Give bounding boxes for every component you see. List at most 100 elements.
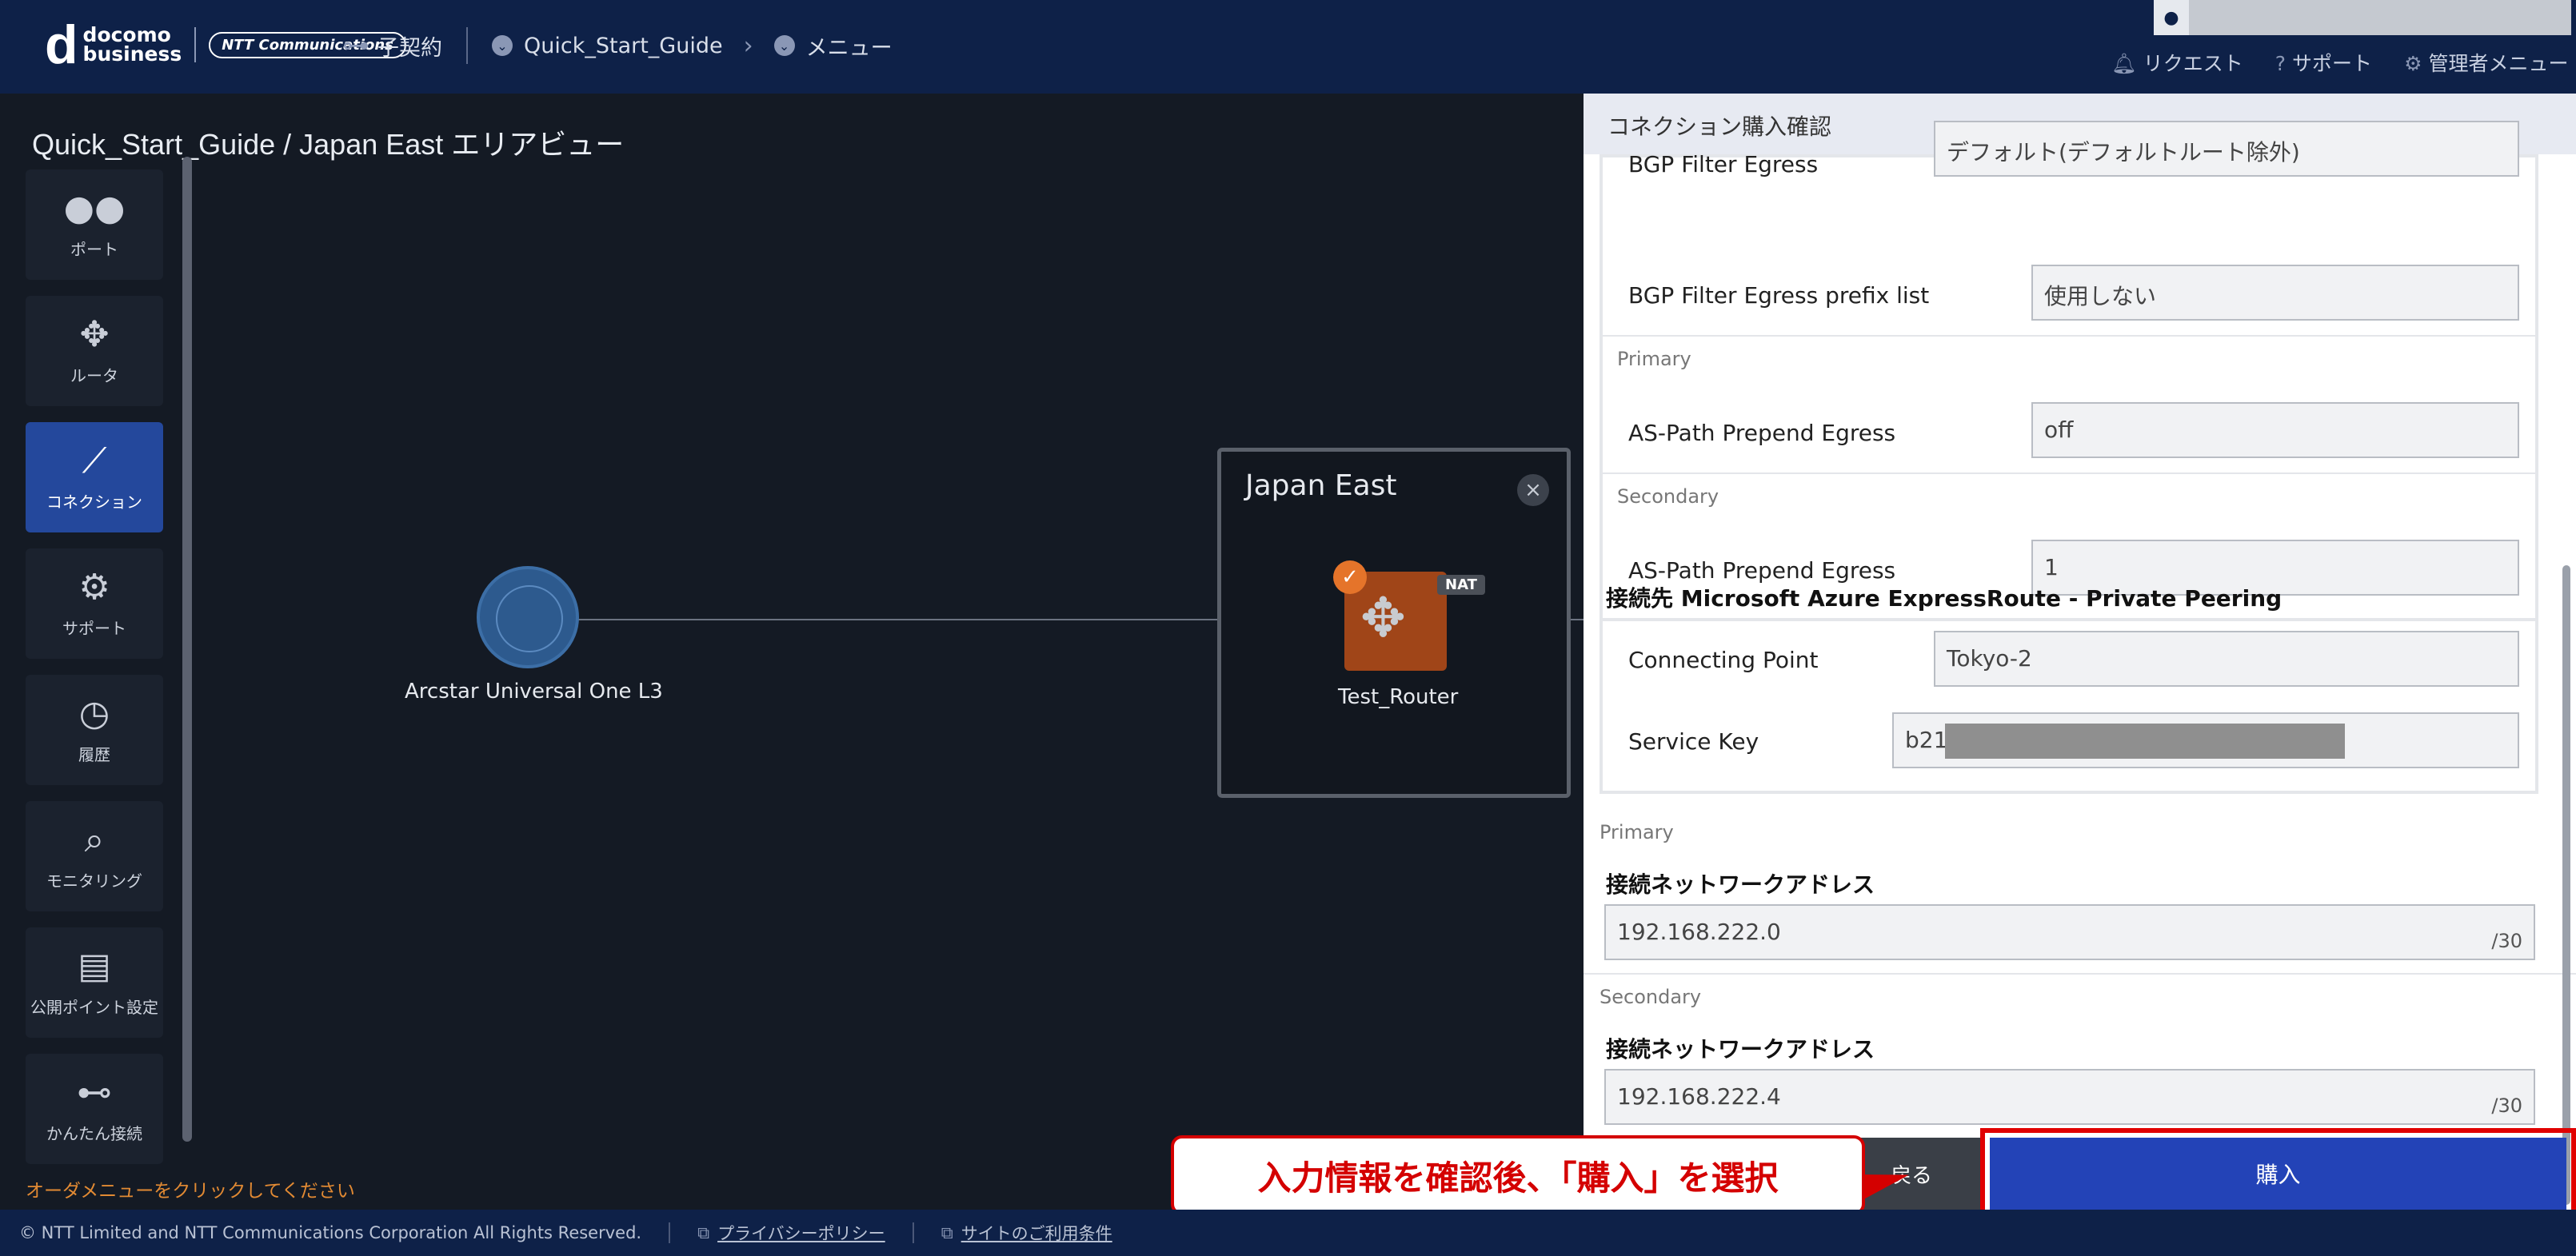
destination-group: Connecting Point Tokyo-2 Service Key b21: [1600, 618, 2538, 794]
bgp-prefix-field[interactable]: 使用しない: [2031, 265, 2519, 321]
privacy-link[interactable]: プライバシーポリシー: [717, 1221, 885, 1245]
network-globe-icon[interactable]: [477, 566, 579, 668]
service-key-value: b21: [1905, 727, 1948, 753]
bgp-egress-field[interactable]: デフォルト(デフォルトルート除外): [1934, 121, 2519, 177]
sidebar-item-publish-point[interactable]: ▤ 公開ポイント設定: [26, 927, 163, 1038]
chevron-down-icon: ⌄: [492, 35, 513, 56]
divider: [1603, 472, 2535, 474]
chevron-right-icon: ›: [743, 31, 753, 60]
history-icon: ◷: [78, 692, 110, 734]
primary-label: Primary: [1600, 821, 1674, 843]
sidebar-item-label: モニタリング: [46, 871, 142, 891]
secondary-label: Secondary: [1617, 485, 1719, 508]
sidebar: ●● ポート ✥ ルータ ⟋ コネクション ⚙ サポート ◷ 履歴 ⌕ モニタリ…: [26, 169, 163, 1180]
sidebar-item-port[interactable]: ●● ポート: [26, 169, 163, 280]
sidebar-item-router[interactable]: ✥ ルータ: [26, 296, 163, 406]
masked-region: [1945, 724, 2345, 759]
logo-words: docomo business: [82, 25, 182, 66]
copyright: © NTT Limited and NTT Communications Cor…: [19, 1223, 642, 1242]
external-link-icon: ⧉: [697, 1222, 710, 1242]
bell-icon: 🔔︎: [2111, 52, 2137, 75]
connection-icon: ⟋: [82, 440, 107, 481]
sidebar-item-label: ポート: [70, 239, 118, 259]
buy-button[interactable]: 購入: [1990, 1138, 2566, 1210]
request-label: リクエスト: [2143, 52, 2243, 75]
primary-net-addr-label: 接続ネットワークアドレス: [1606, 871, 1875, 898]
primary-net-addr-value: 192.168.222.0: [1617, 919, 1781, 945]
top-links: 🔔︎ リクエスト ? サポート ⚙ 管理者メニュー: [2111, 48, 2569, 77]
sidebar-item-label: コネクション: [46, 492, 142, 512]
as-path-primary-field[interactable]: off: [2031, 402, 2519, 458]
area-title: Japan East: [1245, 469, 1397, 502]
as-path-secondary-label: AS-Path Prepend Egress: [1628, 557, 1896, 584]
crumb-menu[interactable]: ⌄ メニュー: [773, 30, 893, 62]
secondary-net-addr-field[interactable]: 192.168.222.4 /30: [1604, 1069, 2535, 1125]
area-box-japan-east[interactable]: Japan East × ✓ ✥ NAT Test_Router: [1217, 448, 1571, 798]
router-icon: ✥: [79, 313, 110, 355]
crumb-guide-label: Quick_Start_Guide: [524, 33, 723, 58]
order-hint: オーダメニューをクリックしてください: [26, 1181, 355, 1202]
chevron-down-icon: ⌄: [773, 35, 795, 56]
sidebar-item-support[interactable]: ⚙ サポート: [26, 548, 163, 659]
divider: [1603, 335, 2535, 337]
sidebar-scrollbar[interactable]: [182, 157, 192, 1142]
bgp-egress-label: BGP Filter Egress: [1628, 151, 1819, 177]
sidebar-item-label: サポート: [62, 618, 126, 638]
terms-link[interactable]: サイトのご利用条件: [961, 1221, 1112, 1245]
easy-connect-icon: ⊷: [77, 1071, 112, 1113]
gear-icon: ⚙: [2404, 52, 2422, 75]
close-icon[interactable]: ×: [1517, 474, 1549, 506]
sidebar-item-label: かんたん接続: [46, 1123, 142, 1143]
as-path-primary-label: AS-Path Prepend Egress: [1628, 420, 1896, 446]
instruction-callout: 入力情報を確認後、「購入」を選択: [1171, 1135, 1865, 1215]
purchase-confirm-panel: コネクション購入確認 BGP Filter Egress デフォルト(デフォルト…: [1584, 94, 2576, 1210]
crumb-guide[interactable]: ⌄ Quick_Start_Guide: [492, 34, 723, 58]
breadcrumb-divider: [466, 27, 468, 64]
external-link-icon: ⧉: [941, 1222, 953, 1242]
footer-divider: [669, 1222, 671, 1243]
request-link[interactable]: 🔔︎ リクエスト: [2111, 48, 2243, 77]
service-key-field[interactable]: b21: [1892, 712, 2519, 768]
docomo-d-mark: d: [45, 14, 78, 75]
port-icon: ●●: [63, 187, 126, 229]
sidebar-item-label: 公開ポイント設定: [30, 997, 158, 1017]
router-label: Test_Router: [1338, 685, 1459, 709]
user-icon: ●: [2154, 0, 2189, 35]
logo-bottom: business: [82, 42, 182, 66]
admin-label: 管理者メニュー: [2428, 52, 2569, 75]
sidebar-item-easy-connect[interactable]: ⊷ かんたん接続: [26, 1054, 163, 1164]
panel-scrollbar[interactable]: [2562, 565, 2570, 1205]
admin-menu-link[interactable]: ⚙ 管理者メニュー: [2404, 48, 2568, 77]
sidebar-item-label: 履歴: [78, 744, 110, 764]
crumb-contract[interactable]: ⊶ 子契約: [342, 30, 442, 62]
router-icon: ✥: [1360, 587, 1406, 650]
bgp-settings-group: BGP Filter Egress デフォルト(デフォルトルート除外) BGP …: [1600, 121, 2538, 653]
monitoring-icon: ⌕: [84, 819, 105, 860]
connecting-point-label: Connecting Point: [1628, 647, 1819, 673]
support-link[interactable]: ? サポート: [2275, 48, 2372, 77]
support-icon: ⚙: [78, 566, 110, 608]
logo-divider: [194, 27, 197, 62]
nat-badge: NAT: [1437, 575, 1485, 595]
crumb-menu-label: メニュー: [805, 35, 893, 61]
sidebar-item-connection[interactable]: ⟋ コネクション: [26, 422, 163, 532]
user-account-box[interactable]: ●: [2154, 0, 2571, 35]
sidebar-item-monitoring[interactable]: ⌕ モニタリング: [26, 801, 163, 911]
help-icon: ?: [2274, 52, 2286, 75]
sidebar-item-history[interactable]: ◷ 履歴: [26, 675, 163, 785]
footer-divider: [912, 1222, 914, 1243]
prefix-unit: /30: [2491, 1095, 2522, 1117]
support-label: サポート: [2292, 52, 2373, 75]
publish-point-icon: ▤: [78, 945, 111, 987]
primary-net-addr-field[interactable]: 192.168.222.0 /30: [1604, 904, 2535, 960]
network-label: Arcstar Universal One L3: [405, 680, 663, 704]
service-key-label: Service Key: [1628, 728, 1759, 755]
connecting-point-field[interactable]: Tokyo-2: [1934, 631, 2519, 687]
breadcrumb: ⊶ 子契約 ⌄ Quick_Start_Guide › ⌄ メニュー: [342, 27, 893, 64]
secondary-net-addr-value: 192.168.222.4: [1617, 1083, 1781, 1110]
primary-label: Primary: [1617, 348, 1691, 370]
check-icon: ✓: [1333, 560, 1367, 594]
secondary-label: Secondary: [1600, 986, 1702, 1008]
sidebar-item-label: ルータ: [70, 365, 118, 385]
footer: © NTT Limited and NTT Communications Cor…: [0, 1210, 2576, 1256]
